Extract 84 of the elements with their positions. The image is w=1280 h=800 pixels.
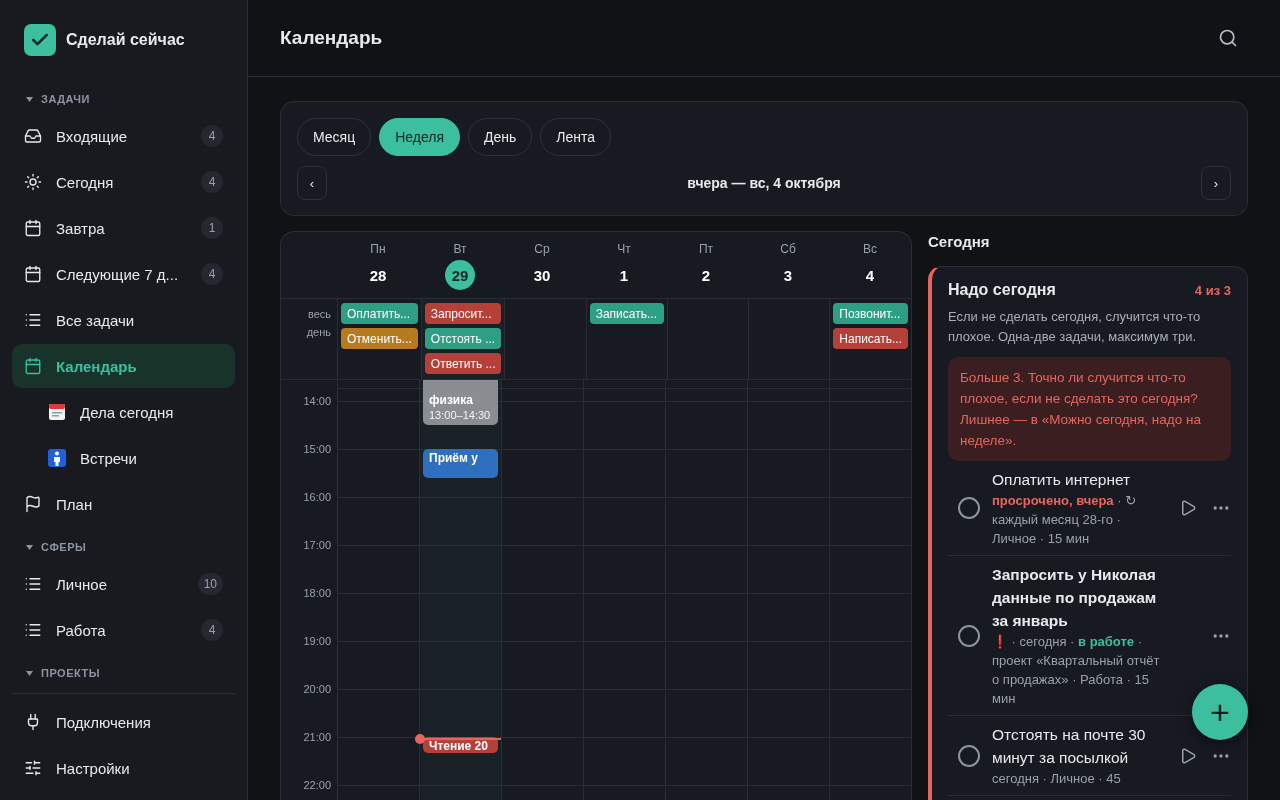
group-title: Надо сегодня bbox=[948, 281, 1056, 299]
item-label: Следующие 7 д... bbox=[56, 265, 180, 283]
count-badge: 4 bbox=[201, 619, 223, 641]
item-label: Личное bbox=[56, 575, 108, 593]
hour-label: 20:00 bbox=[302, 682, 332, 697]
date-number[interactable]: 4 bbox=[855, 260, 885, 290]
section-header[interactable]: ПРОЕКТЫ bbox=[12, 658, 235, 688]
date-number[interactable]: 28 bbox=[363, 260, 393, 290]
all-day-event[interactable]: Написать... bbox=[833, 328, 908, 349]
sidebar-item[interactable]: Подключения bbox=[12, 700, 235, 744]
count-badge: 4 bbox=[201, 263, 223, 285]
item-label: Все задачи bbox=[56, 311, 136, 329]
item-label: Календарь bbox=[56, 357, 138, 375]
count-badge: 10 bbox=[197, 573, 223, 595]
weekday: Пт bbox=[698, 242, 714, 256]
sidebar-item[interactable]: Настройки bbox=[12, 746, 235, 790]
hour-label: 22:00 bbox=[302, 778, 332, 793]
hour-label: 17:00 bbox=[302, 538, 332, 553]
task-details: сегодня · Личное · 45 bbox=[992, 770, 1122, 788]
hour-label: 21:00 bbox=[302, 730, 332, 745]
task-title[interactable]: Оплатить интернет bbox=[992, 468, 1167, 491]
previous-button[interactable]: ‹ bbox=[297, 166, 327, 200]
section-title: ЗАДАЧИ bbox=[41, 93, 90, 105]
app-name: Сделай сейчас bbox=[66, 31, 185, 49]
section-title: ПРОЕКТЫ bbox=[41, 667, 100, 679]
sidebar-item[interactable]: Сегодня 4 bbox=[12, 160, 235, 204]
next-button[interactable]: › bbox=[1201, 166, 1231, 200]
item-label: Встречи bbox=[80, 449, 138, 467]
task-details: просрочено, вчера · ↻ каждый месяц 28-го · Личное · 15 мин bbox=[992, 492, 1138, 548]
count-badge: 4 bbox=[201, 125, 223, 147]
date-number[interactable]: 2 bbox=[691, 260, 721, 290]
count-badge: 4 bbox=[201, 171, 223, 193]
item-label: Входящие bbox=[56, 127, 129, 145]
sidebar-item[interactable]: План bbox=[12, 482, 235, 526]
all-day-label: весь день bbox=[305, 307, 332, 340]
date-number[interactable]: 30 bbox=[527, 260, 557, 290]
group-description: Если не сделать сегодня, случится что-то плохое. Одна-две задачи, максимум три. bbox=[948, 308, 1202, 346]
date-range: вчера — вс, 4 октября bbox=[687, 175, 841, 191]
all-day-event[interactable]: Запросит... bbox=[424, 303, 502, 324]
weekday: Вт bbox=[453, 242, 467, 256]
item-label: План bbox=[56, 495, 94, 513]
hour-label: 19:00 bbox=[302, 634, 332, 649]
count-badge: 1 bbox=[201, 217, 223, 239]
section-title: СФЕРЫ bbox=[41, 541, 87, 553]
weekday: Ср bbox=[534, 242, 550, 256]
item-label: Завтра bbox=[56, 219, 106, 237]
section-header[interactable]: СФЕРЫ bbox=[12, 532, 235, 562]
view-tab[interactable]: Неделя bbox=[379, 118, 461, 156]
hour-label: 15:00 bbox=[302, 442, 332, 457]
item-label: Сегодня bbox=[56, 173, 115, 191]
weekday: Пн bbox=[370, 242, 386, 256]
sidebar-item[interactable]: Встречи bbox=[12, 436, 235, 480]
all-day-event[interactable]: Отменить... bbox=[341, 328, 418, 349]
hour-label: 18:00 bbox=[302, 586, 332, 601]
sidebar-item[interactable]: Все задачи bbox=[12, 298, 235, 342]
sidebar-item[interactable]: Календарь bbox=[12, 344, 235, 388]
section-header[interactable]: ЗАДАЧИ bbox=[12, 84, 235, 114]
all-day-event[interactable]: Ответить ... bbox=[424, 353, 502, 374]
task-title[interactable]: Отстоять на почте 30 минут за посылкой bbox=[992, 723, 1167, 769]
hour-label: 14:00 bbox=[302, 394, 332, 409]
item-label: Подключения bbox=[56, 713, 152, 731]
task-title[interactable]: Запросить у Николая данные по продажам за январь bbox=[992, 563, 1167, 632]
task-count: 4 из 3 bbox=[1194, 282, 1231, 298]
date-number[interactable]: 29 bbox=[445, 260, 475, 290]
calendar-event[interactable]: Приём у bbox=[423, 449, 498, 478]
sidebar-item[interactable]: Следующие 7 д... 4 bbox=[12, 252, 235, 296]
hour-label: 16:00 bbox=[302, 490, 332, 505]
sidebar-item[interactable]: Входящие 4 bbox=[12, 114, 235, 158]
weekday: Вс bbox=[863, 242, 877, 256]
sidebar-item[interactable]: Работа 4 bbox=[12, 608, 235, 652]
date-number[interactable]: 3 bbox=[773, 260, 803, 290]
task-details: ❗ · сегодня · в работе · проект «Квартальный отчёт о продажах» · Работа · 15 мин bbox=[992, 633, 1161, 708]
date-number[interactable]: 1 bbox=[609, 260, 639, 290]
sidebar-item[interactable]: Завтра 1 bbox=[12, 206, 235, 250]
item-label: Работа bbox=[56, 621, 107, 639]
weekday: Чт bbox=[617, 242, 631, 256]
weekday: Сб bbox=[780, 242, 796, 256]
warning-message: Больше 3. Точно ли случится что-то плохое, если не сделать это сегодня? Лишнее — в «Можно сегодня, надо на неделе». bbox=[948, 357, 1231, 461]
item-label: Дела сегодня bbox=[80, 403, 175, 421]
sidebar-item[interactable]: Дела сегодня bbox=[12, 390, 235, 434]
panel-title: Сегодня bbox=[928, 232, 991, 250]
sidebar-item[interactable]: Личное 10 bbox=[12, 562, 235, 606]
page-title: Календарь bbox=[280, 27, 383, 49]
item-label: Настройки bbox=[56, 759, 131, 777]
